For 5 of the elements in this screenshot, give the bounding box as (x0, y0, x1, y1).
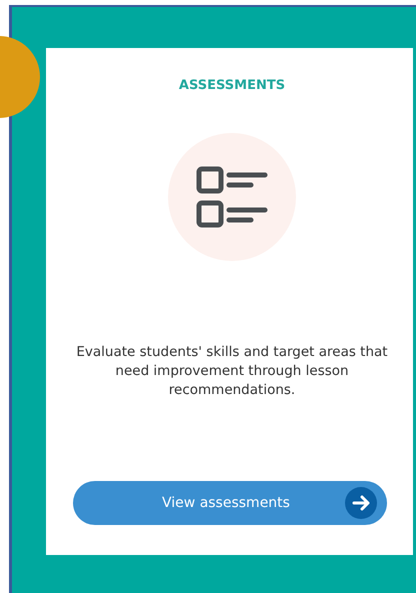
card-description: Evaluate students' skills and target areas that need improvement through lesson recommendations. (75, 343, 389, 400)
arrow-right-icon (345, 487, 377, 519)
checklist-icon (195, 165, 269, 229)
view-assessments-button[interactable]: View assessments (73, 481, 387, 525)
card-title: ASSESSMENTS (178, 78, 286, 93)
